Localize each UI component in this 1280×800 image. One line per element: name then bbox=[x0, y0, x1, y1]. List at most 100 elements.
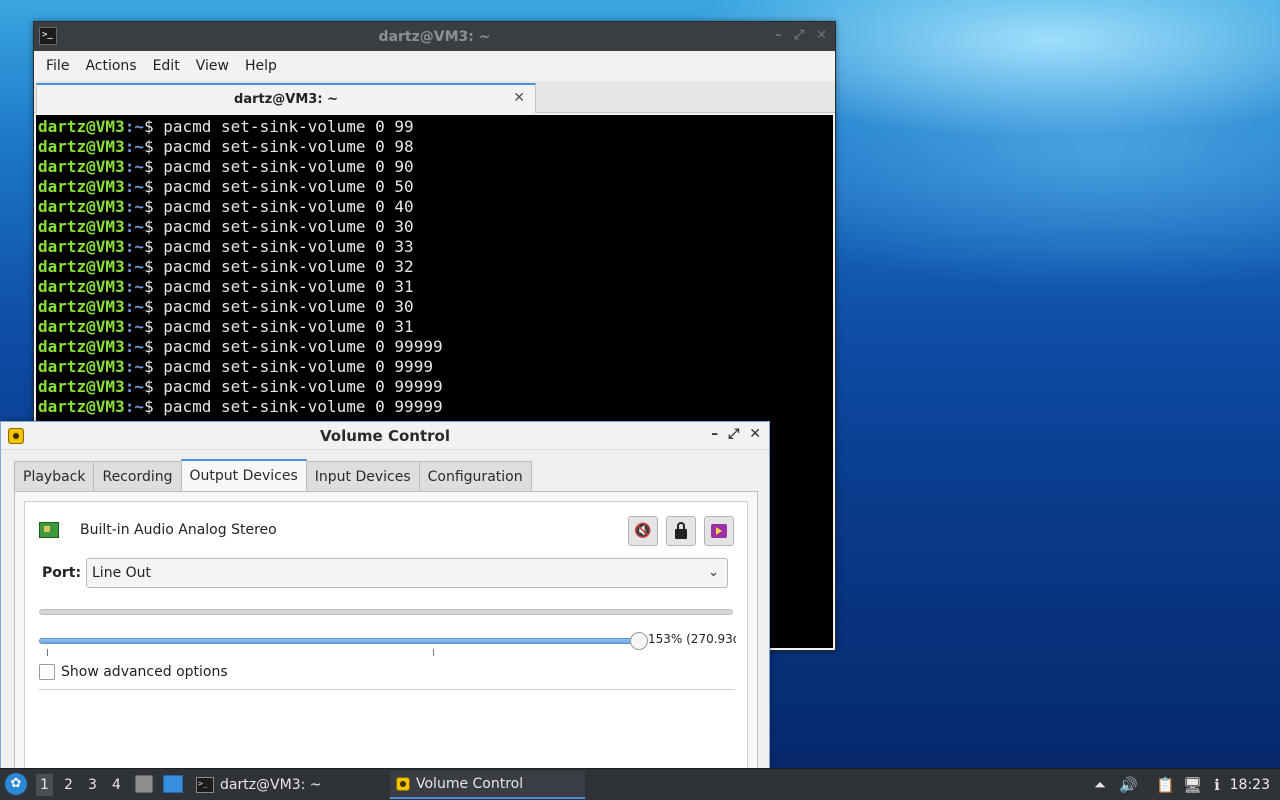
tab-recording[interactable]: Recording bbox=[93, 461, 182, 492]
network-icon[interactable]: 🖥 bbox=[1183, 776, 1202, 794]
terminal-line: dartz@VM3:~$ pacmd set-sink-volume 0 30 bbox=[38, 217, 831, 237]
prompt-path: :~ bbox=[124, 117, 144, 136]
lock-icon bbox=[675, 521, 687, 539]
terminal-icon: >_ bbox=[196, 777, 214, 793]
close-icon[interactable]: ✕ bbox=[816, 28, 827, 43]
tab-playback[interactable]: Playback bbox=[14, 461, 95, 492]
volume-control-title: Volume Control bbox=[320, 426, 450, 445]
command-text: pacmd set-sink-volume 0 32 bbox=[163, 257, 414, 276]
prompt-symbol: $ bbox=[143, 157, 164, 176]
port-dropdown[interactable]: Line Out ⌄ bbox=[86, 558, 728, 588]
terminal-tab[interactable]: dartz@VM3: ~ ✕ bbox=[36, 83, 536, 113]
minimize-icon[interactable]: – bbox=[775, 28, 782, 43]
prompt-symbol: $ bbox=[143, 237, 164, 256]
prompt-user: dartz@VM3 bbox=[38, 157, 125, 176]
slider-fill bbox=[39, 638, 639, 644]
prompt-path: :~ bbox=[124, 337, 144, 356]
volume-slider[interactable] bbox=[39, 632, 648, 652]
clock[interactable]: 18:23 bbox=[1230, 777, 1270, 793]
show-desktop-icon[interactable] bbox=[163, 775, 183, 793]
prompt-path: :~ bbox=[124, 157, 144, 176]
terminal-line: dartz@VM3:~$ pacmd set-sink-volume 0 30 bbox=[38, 297, 831, 317]
peak-meter bbox=[39, 609, 733, 615]
device-name: Built-in Audio Analog Stereo bbox=[80, 522, 277, 538]
command-text: pacmd set-sink-volume 0 90 bbox=[163, 157, 414, 176]
maximize-icon[interactable]: ⤢ bbox=[728, 426, 739, 442]
prompt-path: :~ bbox=[124, 257, 144, 276]
slider-handle[interactable] bbox=[630, 632, 648, 650]
command-text: pacmd set-sink-volume 0 30 bbox=[163, 217, 414, 236]
taskbar-item-terminal[interactable]: >_ dartz@VM3: ~ bbox=[190, 771, 380, 799]
close-icon[interactable]: ✕ bbox=[749, 426, 761, 442]
menu-edit[interactable]: Edit bbox=[145, 58, 188, 74]
menu-actions[interactable]: Actions bbox=[77, 58, 144, 74]
tab-close-icon[interactable]: ✕ bbox=[513, 90, 525, 106]
tab-input-devices[interactable]: Input Devices bbox=[305, 461, 420, 492]
taskbar: ✿ 1 2 3 4 >_ dartz@VM3: ~ Volume Control… bbox=[0, 768, 1280, 800]
prompt-path: :~ bbox=[124, 137, 144, 156]
show-advanced-checkbox[interactable] bbox=[39, 664, 55, 680]
prompt-path: :~ bbox=[124, 357, 144, 376]
prompt-symbol: $ bbox=[143, 257, 164, 276]
prompt-user: dartz@VM3 bbox=[38, 317, 125, 336]
prompt-path: :~ bbox=[124, 377, 144, 396]
command-text: pacmd set-sink-volume 0 99 bbox=[163, 117, 414, 136]
volume-control-titlebar[interactable]: Volume Control – ⤢ ✕ bbox=[1, 422, 769, 450]
file-manager-icon[interactable] bbox=[135, 775, 153, 793]
terminal-line: dartz@VM3:~$ pacmd set-sink-volume 0 31 bbox=[38, 317, 831, 337]
workspace-4[interactable]: 4 bbox=[112, 777, 121, 793]
prompt-symbol: $ bbox=[143, 197, 164, 216]
slider-tick-silence bbox=[47, 649, 48, 656]
divider bbox=[39, 689, 735, 690]
terminal-tab-label: dartz@VM3: ~ bbox=[234, 91, 338, 107]
taskbar-item-volume-control[interactable]: Volume Control bbox=[390, 771, 585, 799]
command-text: pacmd set-sink-volume 0 31 bbox=[163, 317, 414, 336]
speaker-icon[interactable]: 🔊 bbox=[1119, 776, 1138, 794]
tab-output-devices[interactable]: Output Devices bbox=[180, 459, 307, 492]
mute-button[interactable]: 🔇 bbox=[628, 516, 658, 546]
maximize-icon[interactable]: ⤢ bbox=[794, 28, 804, 43]
command-text: pacmd set-sink-volume 0 99999 bbox=[163, 397, 443, 416]
tab-configuration[interactable]: Configuration bbox=[418, 461, 532, 492]
show-advanced-label: Show advanced options bbox=[61, 664, 228, 680]
set-fallback-button[interactable] bbox=[704, 516, 734, 546]
start-menu-icon[interactable]: ✿ bbox=[5, 773, 27, 795]
clipboard-icon[interactable]: 📋 bbox=[1156, 776, 1175, 794]
terminal-line: dartz@VM3:~$ pacmd set-sink-volume 0 98 bbox=[38, 137, 831, 157]
prompt-path: :~ bbox=[124, 237, 144, 256]
port-label: Port: bbox=[42, 565, 82, 581]
prompt-user: dartz@VM3 bbox=[38, 397, 125, 416]
workspace-3[interactable]: 3 bbox=[88, 777, 97, 793]
output-devices-panel: Built-in Audio Analog Stereo 🔇 Port: Lin… bbox=[14, 491, 758, 781]
menu-view[interactable]: View bbox=[188, 58, 237, 74]
command-text: pacmd set-sink-volume 0 31 bbox=[163, 277, 414, 296]
workspace-1[interactable]: 1 bbox=[36, 774, 53, 796]
prompt-symbol: $ bbox=[143, 317, 164, 336]
terminal-line: dartz@VM3:~$ pacmd set-sink-volume 0 999… bbox=[38, 357, 831, 377]
chevron-down-icon: ⌄ bbox=[708, 565, 719, 580]
minimize-icon[interactable]: – bbox=[711, 426, 718, 442]
workspace-2[interactable]: 2 bbox=[64, 777, 73, 793]
taskbar-item-label: Volume Control bbox=[416, 776, 524, 792]
terminal-titlebar[interactable]: >_ dartz@VM3: ~ – ⤢ ✕ bbox=[34, 22, 835, 51]
prompt-user: dartz@VM3 bbox=[38, 377, 125, 396]
terminal-line: dartz@VM3:~$ pacmd set-sink-volume 0 999… bbox=[38, 377, 831, 397]
terminal-line: dartz@VM3:~$ pacmd set-sink-volume 0 31 bbox=[38, 277, 831, 297]
tray-expand-icon[interactable]: ⏶ bbox=[1091, 776, 1109, 794]
menu-file[interactable]: File bbox=[38, 58, 77, 74]
terminal-line: dartz@VM3:~$ pacmd set-sink-volume 0 40 bbox=[38, 197, 831, 217]
menu-help[interactable]: Help bbox=[237, 58, 285, 74]
prompt-user: dartz@VM3 bbox=[38, 337, 125, 356]
terminal-line: dartz@VM3:~$ pacmd set-sink-volume 0 999… bbox=[38, 337, 831, 357]
terminal-line: dartz@VM3:~$ pacmd set-sink-volume 0 999… bbox=[38, 397, 831, 417]
terminal-menubar: File Actions Edit View Help bbox=[34, 51, 835, 81]
update-notifier-icon[interactable]: ℹ bbox=[1208, 776, 1226, 794]
prompt-symbol: $ bbox=[143, 357, 164, 376]
terminal-tab-bar: dartz@VM3: ~ ✕ bbox=[34, 81, 835, 113]
prompt-symbol: $ bbox=[143, 377, 164, 396]
lock-channels-button[interactable] bbox=[666, 516, 696, 546]
command-text: pacmd set-sink-volume 0 50 bbox=[163, 177, 414, 196]
volume-readout: 153% (270.93dB bbox=[648, 632, 736, 646]
prompt-user: dartz@VM3 bbox=[38, 257, 125, 276]
command-text: pacmd set-sink-volume 0 40 bbox=[163, 197, 414, 216]
